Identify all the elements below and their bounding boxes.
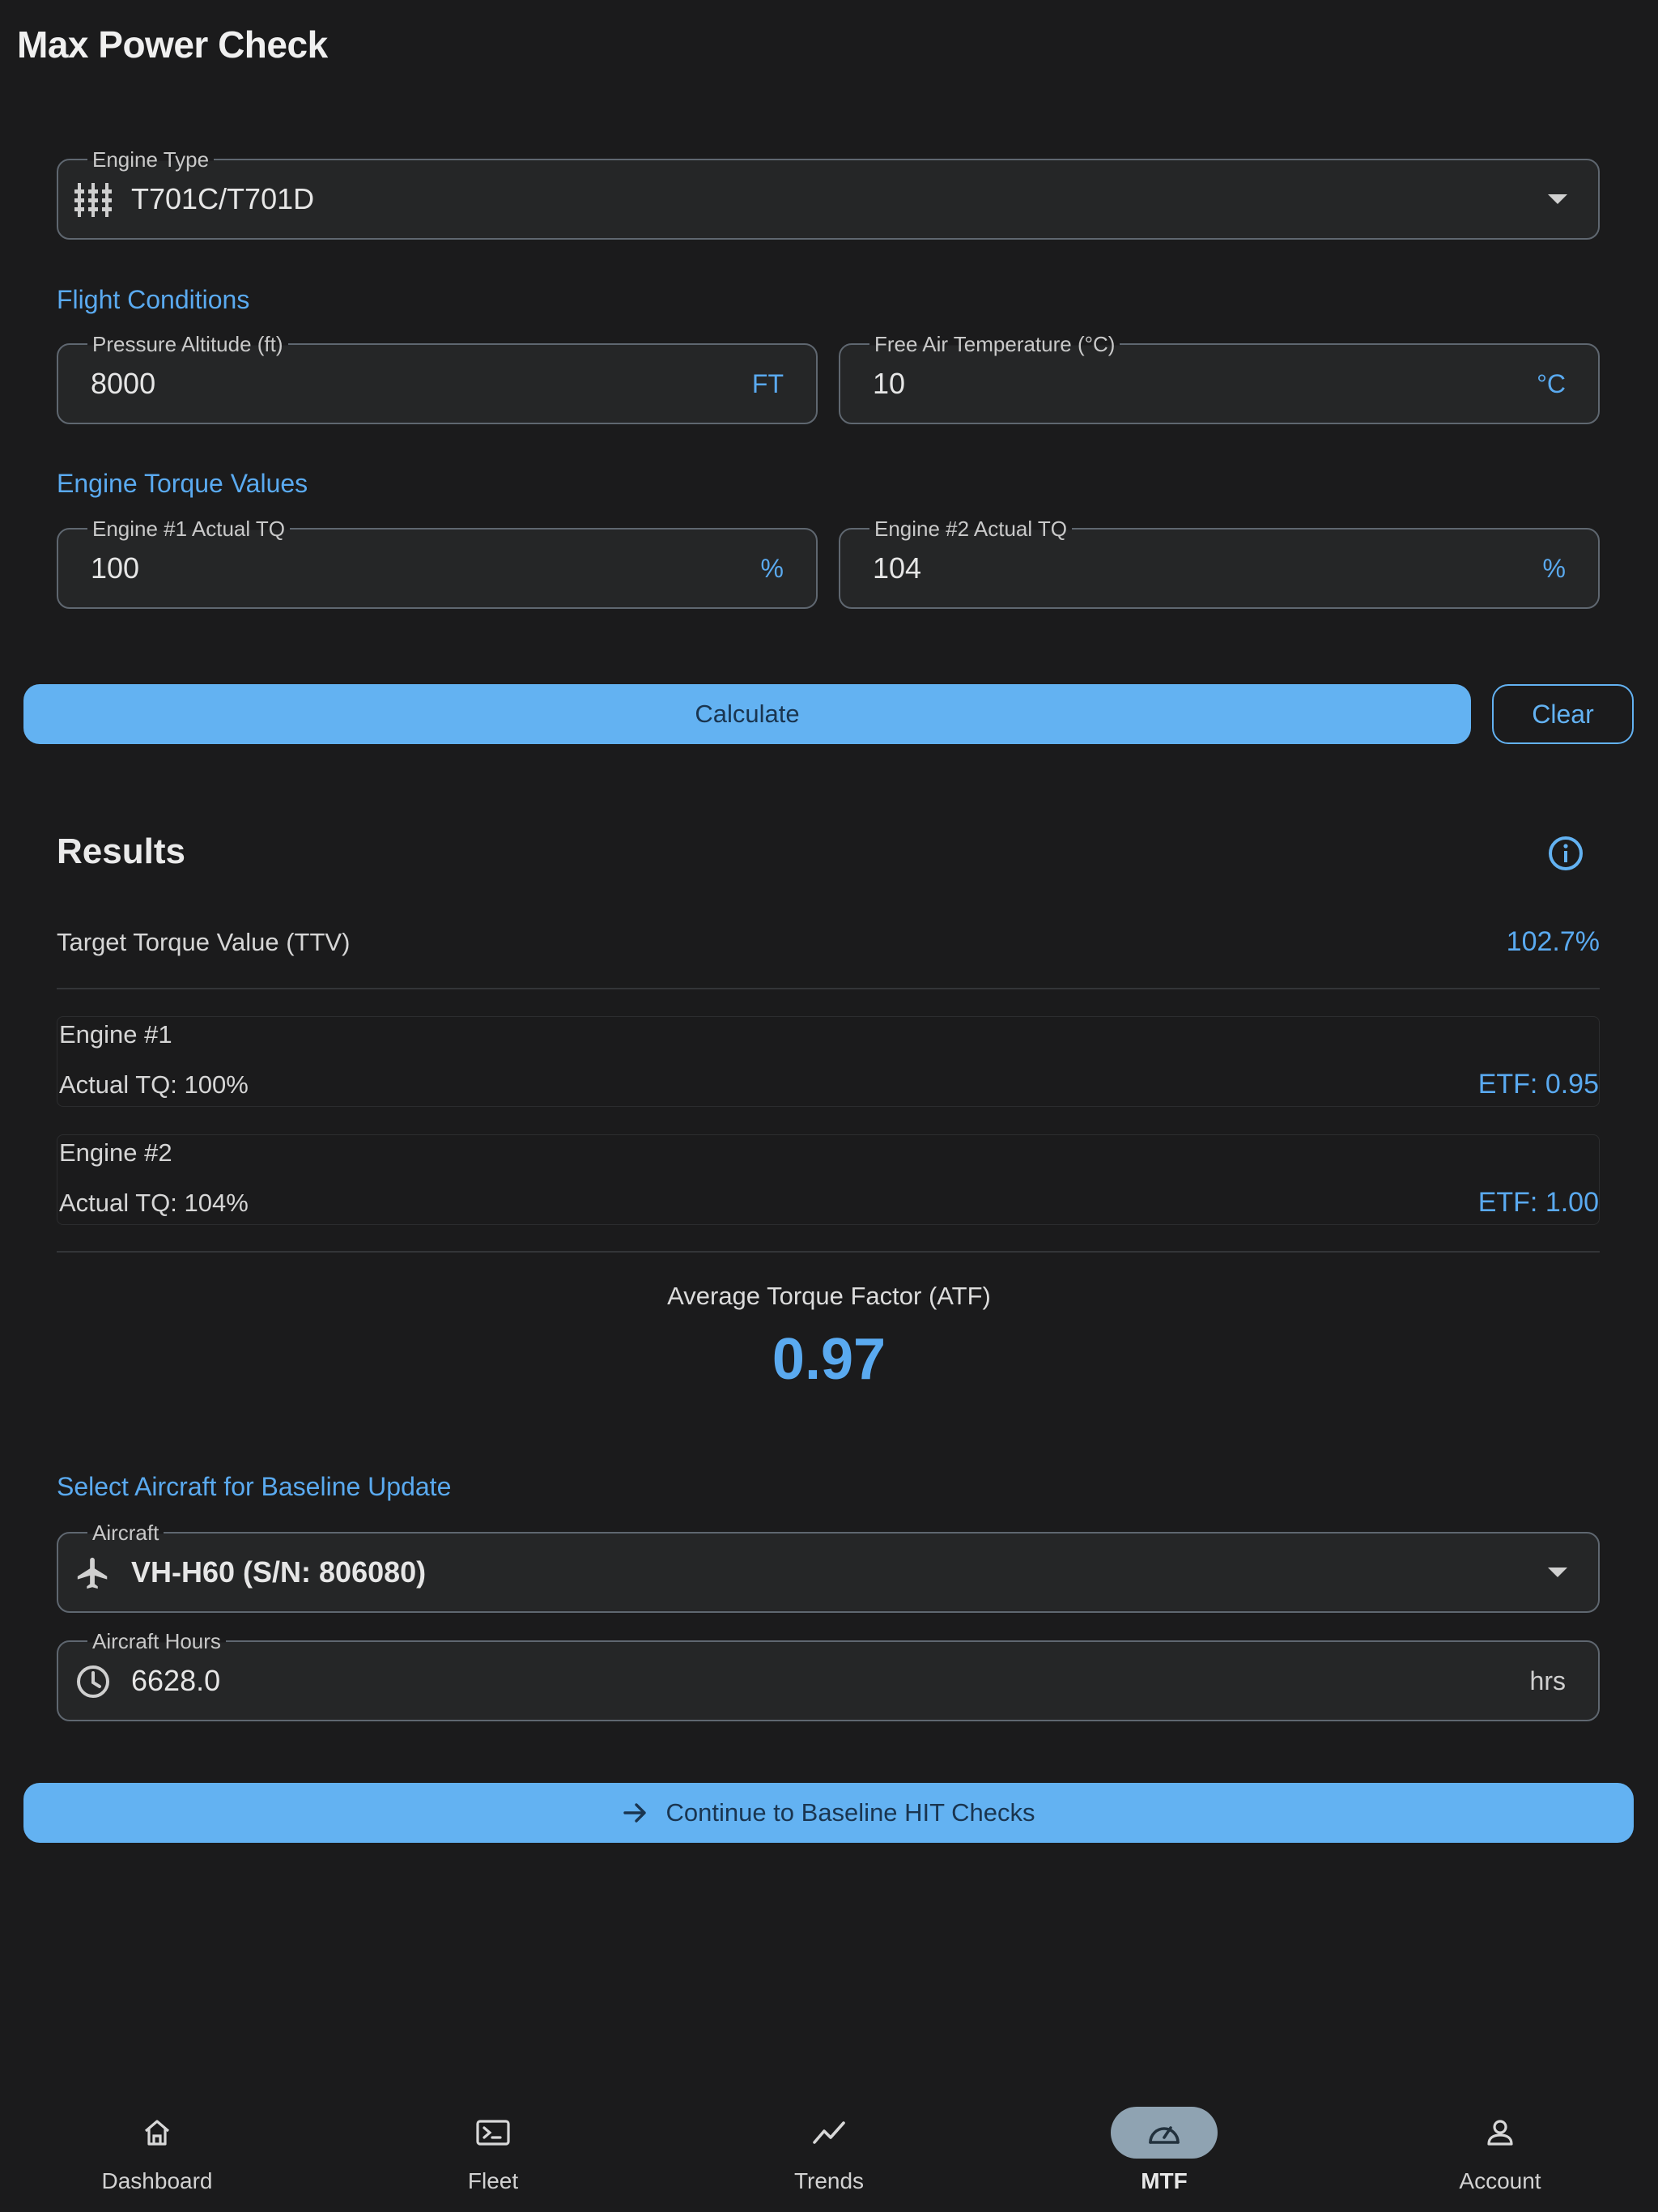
engine-type-select[interactable]: Engine Type T701C/T701D: [57, 148, 1600, 240]
airplane-icon: [74, 1555, 112, 1592]
chevron-down-icon: [1548, 194, 1567, 204]
aircraft-select[interactable]: Aircraft VH-H60 (S/N: 806080): [57, 1521, 1600, 1613]
engine2-etf: ETF: 1.00: [1477, 1187, 1599, 1218]
atf-label: Average Torque Factor (ATF): [667, 1282, 991, 1310]
baseline-heading: Select Aircraft for Baseline Update: [57, 1472, 452, 1501]
pressure-altitude-field[interactable]: Pressure Altitude (ft) 8000 FT: [57, 333, 818, 424]
engine2-title: Engine #2: [59, 1138, 172, 1167]
clear-label: Clear: [1532, 699, 1594, 729]
engine1-tq-field[interactable]: Engine #1 Actual TQ 100 %: [57, 517, 818, 609]
divider: [57, 988, 1600, 989]
continue-baseline-button[interactable]: Continue to Baseline HIT Checks: [23, 1783, 1634, 1843]
nav-label-mtf: MTF: [1141, 2168, 1188, 2193]
free-air-temperature-label: Free Air Temperature (°C): [869, 333, 1120, 355]
engine2-actual-tq: Actual TQ: 104%: [59, 1189, 249, 1217]
engine2-tq-unit: %: [1542, 554, 1566, 583]
person-icon: [1447, 2107, 1554, 2159]
atf-value: 0.97: [772, 1327, 886, 1392]
calculate-label: Calculate: [695, 700, 800, 728]
aircraft-value: VH-H60 (S/N: 806080): [131, 1555, 427, 1589]
engine-icon: [74, 181, 112, 219]
ttv-value: 102.7%: [1506, 926, 1600, 957]
engine1-etf: ETF: 0.95: [1477, 1069, 1599, 1100]
engine1-tq-unit: %: [760, 554, 784, 583]
flight-conditions-heading: Flight Conditions: [57, 285, 250, 314]
bottom-navigation: Dashboard Fleet Trends MTF Account: [0, 2089, 1658, 2212]
nav-item-mtf[interactable]: MTF: [1059, 2107, 1269, 2204]
calculate-button[interactable]: Calculate: [23, 684, 1471, 744]
pressure-altitude-unit: FT: [751, 369, 784, 398]
engine-type-value: T701C/T701D: [131, 182, 315, 215]
divider: [57, 1251, 1600, 1253]
free-air-temperature-field[interactable]: Free Air Temperature (°C) 10 °C: [839, 333, 1600, 424]
nav-label-fleet: Fleet: [467, 2168, 519, 2193]
terminal-icon: [440, 2107, 546, 2159]
home-icon: [104, 2107, 210, 2159]
engine1-title: Engine #1: [59, 1020, 172, 1049]
free-air-temperature-unit: °C: [1537, 369, 1566, 398]
nav-label-account: Account: [1459, 2168, 1541, 2193]
nav-item-fleet[interactable]: Fleet: [388, 2107, 598, 2204]
nav-label-dashboard: Dashboard: [101, 2168, 213, 2193]
engine1-actual-tq: Actual TQ: 100%: [59, 1070, 249, 1099]
info-icon[interactable]: [1546, 834, 1585, 873]
ttv-label: Target Torque Value (TTV): [57, 928, 351, 956]
chevron-down-icon: [1548, 1568, 1567, 1577]
trend-icon: [776, 2107, 882, 2159]
engine1-tq-value: 100: [91, 551, 140, 585]
aircraft-hours-field[interactable]: Aircraft Hours 6628.0 hrs: [57, 1630, 1600, 1721]
engine2-tq-field[interactable]: Engine #2 Actual TQ 104 %: [839, 517, 1600, 609]
results-title: Results: [57, 832, 185, 871]
nav-item-trends[interactable]: Trends: [724, 2107, 934, 2204]
nav-item-account[interactable]: Account: [1395, 2107, 1605, 2204]
arrow-right-icon: [622, 1799, 649, 1827]
engine2-result-card: Engine #2 Actual TQ: 104% ETF: 1.00: [57, 1134, 1600, 1225]
gauge-icon: [1111, 2107, 1218, 2159]
max-power-check-screen: Max Power Check Engine Type T701C/T701D …: [0, 0, 1658, 2212]
continue-label: Continue to Baseline HIT Checks: [665, 1798, 1035, 1827]
clock-icon: [74, 1663, 112, 1700]
free-air-temperature-value: 10: [873, 367, 906, 400]
page-title: Max Power Check: [17, 23, 328, 66]
clear-button[interactable]: Clear: [1492, 684, 1634, 744]
engine1-result-card: Engine #1 Actual TQ: 100% ETF: 0.95: [57, 1016, 1600, 1107]
pressure-altitude-value: 8000: [91, 367, 156, 400]
nav-item-dashboard[interactable]: Dashboard: [52, 2107, 262, 2204]
aircraft-hours-unit: hrs: [1529, 1666, 1566, 1695]
aircraft-hours-value: 6628.0: [131, 1664, 221, 1697]
engine2-tq-value: 104: [873, 551, 922, 585]
torque-values-heading: Engine Torque Values: [57, 469, 308, 498]
nav-label-trends: Trends: [793, 2168, 865, 2193]
